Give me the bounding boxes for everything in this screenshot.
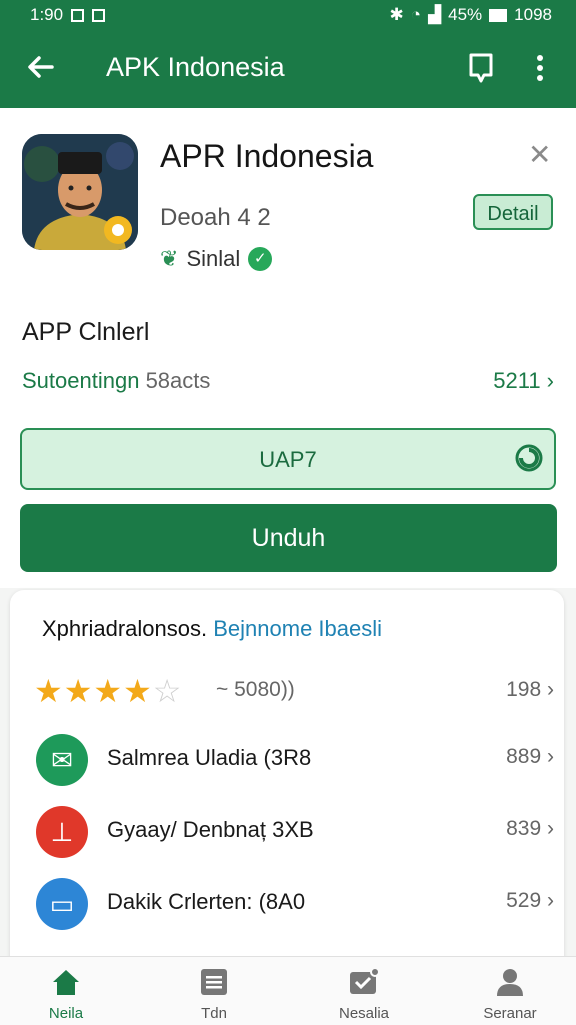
chip-label: UAP7: [259, 447, 317, 472]
message-icon: ▭: [36, 878, 88, 930]
developer-label: Deoah 4 2: [160, 204, 271, 231]
star-icon: ★: [93, 673, 124, 709]
nav-label: Seranar: [483, 1005, 537, 1022]
rating-text: ~ 5080)): [216, 678, 295, 701]
app-bar-title: APK Indonesia: [106, 52, 285, 82]
list-item-label: Gyaay/ Denbnaț 3XB: [107, 817, 314, 842]
list-item-value: 889 ›: [506, 745, 554, 768]
home-icon: [50, 967, 82, 997]
info-card: Xphriadralonsos. Bejnnome Ibaesli ★★★★☆ …: [10, 590, 564, 990]
card-title: Xphriadralonsos. Bejnnome Ibaesli: [42, 616, 382, 642]
tag-label: Sinlal: [186, 246, 241, 271]
list-item-label: Salmrea Uladia (3R8: [107, 745, 312, 770]
close-icon[interactable]: ✕: [528, 138, 551, 171]
nav-profile[interactable]: Seranar: [450, 957, 570, 1025]
list-item-value: 839 ›: [506, 817, 554, 840]
back-arrow-icon[interactable]: [24, 50, 58, 84]
detail-button[interactable]: Detail: [473, 194, 553, 230]
status-bar: 1:90 ✱ ◔ ▟ 45% 1098: [0, 0, 576, 30]
app-bar: APK Indonesia: [0, 30, 576, 108]
bottom-navigation: Neila Tdn Nesalia Seranar: [0, 956, 576, 1025]
signal-icon: ▟: [428, 5, 442, 24]
notification-icon: [71, 8, 85, 22]
list-icon: [198, 967, 230, 997]
subtitle-gray: 58acts: [145, 368, 211, 393]
list-item[interactable]: ⊥ Gyaay/ Denbnaț 3XB 839 ›: [34, 802, 554, 862]
list-item-value: 529 ›: [506, 889, 554, 912]
card-title-primary: Xphriadralonsos.: [42, 616, 208, 641]
rating-row[interactable]: ★★★★☆ ~ 5080)) 198 ›: [34, 672, 554, 712]
empty-star-icon: ☆: [152, 673, 183, 709]
refresh-icon: [513, 442, 545, 474]
wifi-icon: ◔: [410, 5, 422, 24]
stamp-icon: ⊥: [36, 806, 88, 858]
verified-tag: ❦ Sinlal ✓: [160, 246, 273, 272]
section-subtitle: Sutoentingn 58acts: [22, 368, 210, 394]
battery-icon: [489, 8, 508, 22]
nav-label: Tdn: [201, 1005, 227, 1022]
mail-icon: ✉: [36, 734, 88, 786]
app-content-section: APP Clnlerl Sutoentingn 58acts 5211 › UA…: [0, 298, 576, 588]
app-header-section: APR Indonesia ✕ Deoah 4 2 Detail ❦ Sinla…: [0, 108, 576, 298]
subtitle-green: Sutoentingn: [22, 368, 140, 393]
verified-check-icon: ✓: [248, 247, 273, 271]
app-icon: [22, 134, 138, 250]
status-time: 1:90: [30, 5, 64, 24]
status-extra: 1098: [514, 5, 552, 24]
list-item-label: Dakik Crlerten: (8A0: [107, 889, 306, 914]
image-notification-icon: [92, 8, 106, 22]
star-icon: ★: [34, 673, 64, 709]
bookmark-icon[interactable]: [466, 51, 496, 85]
star-icon: ★: [63, 673, 94, 709]
nav-list[interactable]: Tdn: [154, 957, 274, 1025]
battery-percent: 45%: [448, 5, 483, 24]
nav-label: Nesalia: [338, 1005, 390, 1022]
version-chip[interactable]: UAP7: [20, 428, 556, 490]
nav-home[interactable]: Neila: [6, 957, 126, 1025]
bluetooth-icon: ✱: [389, 5, 404, 24]
list-item[interactable]: ▭ Dakik Crlerten: (8A0 529 ›: [34, 874, 554, 934]
download-button[interactable]: Unduh: [20, 504, 557, 572]
star-rating: ★★★★☆: [34, 672, 182, 710]
leaf-icon: ❦: [160, 246, 179, 271]
nav-label: Neila: [48, 1005, 84, 1022]
nav-messages[interactable]: Nesalia: [304, 957, 424, 1025]
mail-notify-icon: [348, 967, 380, 997]
rating-count: 198 ›: [506, 678, 554, 701]
app-name: APR Indonesia: [160, 138, 374, 174]
list-item[interactable]: ✉ Salmrea Uladia (3R8 889 ›: [34, 730, 554, 790]
more-options-icon[interactable]: [530, 52, 550, 84]
section-heading: APP Clnlerl: [22, 318, 150, 346]
profile-icon: [494, 967, 526, 997]
card-title-link[interactable]: Bejnnome Ibaesli: [213, 616, 382, 641]
star-icon: ★: [123, 673, 153, 709]
subtitle-count-link[interactable]: 5211 ›: [493, 368, 554, 394]
